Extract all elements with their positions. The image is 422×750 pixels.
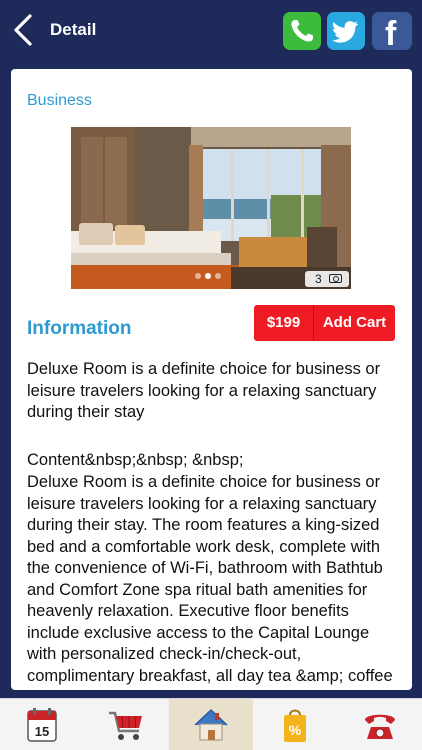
top-nav-bar: Detail f bbox=[0, 0, 422, 62]
camera-icon bbox=[329, 274, 342, 283]
add-cart-button[interactable]: Add Cart bbox=[314, 305, 395, 341]
twitter-button[interactable] bbox=[327, 12, 365, 50]
shopping-cart-icon bbox=[109, 711, 142, 740]
photo-count-badge: 3 bbox=[305, 271, 349, 287]
tab-home[interactable] bbox=[169, 699, 253, 750]
home-icon bbox=[194, 709, 228, 741]
carousel-dot-active[interactable] bbox=[205, 273, 211, 279]
bottom-tab-bar: 15 % bbox=[0, 698, 422, 750]
discount-bag-icon: % bbox=[284, 709, 306, 742]
phone-button[interactable] bbox=[283, 12, 321, 50]
room-photo-carousel[interactable]: 3 bbox=[71, 127, 351, 289]
calendar-icon: 15 bbox=[27, 708, 57, 742]
tab-offers[interactable]: % bbox=[253, 699, 337, 750]
tab-contact[interactable] bbox=[338, 699, 422, 750]
tab-calendar[interactable]: 15 bbox=[0, 699, 84, 750]
category-label: Business bbox=[27, 92, 92, 109]
carousel-dot[interactable] bbox=[195, 273, 201, 279]
photo-count: 3 bbox=[315, 272, 322, 286]
page-title: Detail bbox=[50, 20, 97, 39]
content-body: Deluxe Room is a definite choice for bus… bbox=[27, 473, 393, 690]
tab-cart[interactable] bbox=[84, 699, 168, 750]
telephone-icon bbox=[365, 714, 395, 739]
information-heading: Information bbox=[27, 318, 132, 339]
svg-text:%: % bbox=[289, 722, 302, 738]
facebook-button[interactable]: f bbox=[372, 12, 412, 53]
facebook-icon: f bbox=[385, 15, 397, 53]
content-label: Content&nbsp;&nbsp; &nbsp; bbox=[27, 451, 244, 469]
room-photo bbox=[71, 127, 351, 289]
detail-card: Business 3 Information $199 Add Cart Del… bbox=[11, 69, 412, 690]
price-cart-group: $199 Add Cart bbox=[254, 305, 395, 341]
phone-icon bbox=[291, 20, 313, 42]
carousel-dot[interactable] bbox=[215, 273, 221, 279]
summary-text: Deluxe Room is a definite choice for bus… bbox=[27, 360, 381, 421]
price-button[interactable]: $199 bbox=[254, 305, 314, 341]
calendar-day: 15 bbox=[35, 724, 49, 739]
twitter-icon bbox=[332, 21, 358, 43]
back-arrow-icon[interactable] bbox=[12, 14, 36, 46]
